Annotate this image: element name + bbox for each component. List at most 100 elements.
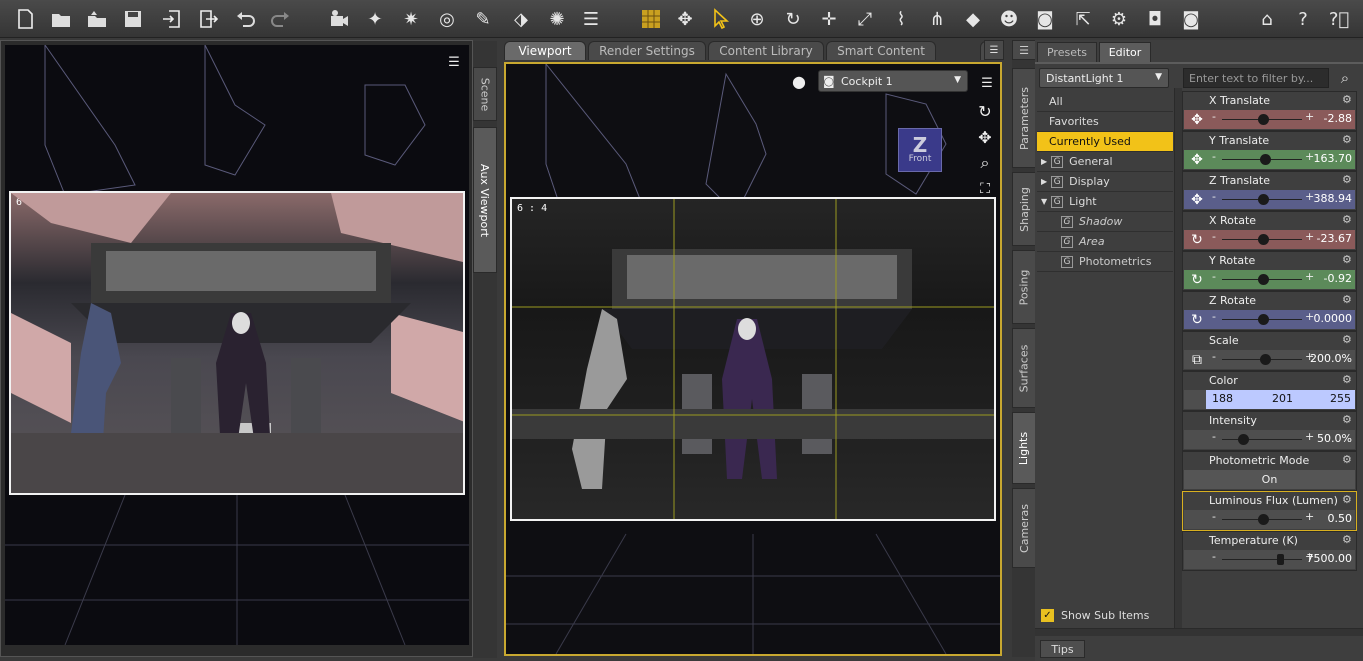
rotate-tool-icon[interactable]: ↻ (778, 4, 808, 34)
joint-editor-icon[interactable]: ⌇ (886, 4, 916, 34)
light-distant-icon[interactable]: ◎ (432, 4, 462, 34)
tree-item-display[interactable]: ▶ G Display (1037, 172, 1173, 192)
open-file-icon[interactable] (46, 4, 76, 34)
gear-icon[interactable]: ⚙ (1342, 454, 1354, 466)
search-icon[interactable]: ⌕ (1335, 68, 1355, 88)
undo-icon[interactable] (230, 4, 260, 34)
param-slider[interactable]: - + 7500.00 (1184, 550, 1355, 569)
import-icon[interactable] (157, 4, 187, 34)
param-value[interactable]: 163.70 (1314, 152, 1353, 165)
tree-item-shadow[interactable]: G Shadow (1037, 212, 1173, 232)
minus-icon[interactable]: - (1212, 350, 1216, 363)
save-icon[interactable] (118, 4, 148, 34)
gear-icon[interactable]: ⚙ (1342, 134, 1354, 146)
tab-parameters[interactable]: Parameters (1012, 68, 1036, 168)
slider-knob[interactable] (1260, 354, 1271, 365)
param-value[interactable]: 200.0% (1310, 352, 1352, 365)
tab-posing[interactable]: Posing (1012, 250, 1036, 324)
light-spot-icon[interactable]: ✦ (360, 4, 390, 34)
tab-presets[interactable]: Presets (1037, 42, 1097, 62)
plus-icon[interactable]: + (1305, 510, 1314, 523)
side-tab-menu-icon[interactable]: ☰ (1012, 40, 1036, 60)
home-icon[interactable]: ⌂ (1252, 4, 1282, 34)
slider-knob[interactable] (1258, 194, 1269, 205)
help-icon[interactable]: ?⃝ (1324, 4, 1354, 34)
gear-icon[interactable]: ⚙ (1342, 374, 1354, 386)
minus-icon[interactable]: - (1212, 430, 1216, 443)
viewport-menu-icon[interactable]: ☰ (976, 72, 998, 94)
zoom-icon[interactable]: ⌕ (974, 152, 996, 174)
minus-icon[interactable]: - (1212, 310, 1216, 323)
param-value[interactable]: -23.67 (1317, 232, 1352, 245)
filter-input[interactable]: Enter text to filter by... (1183, 68, 1329, 88)
render-quick-icon[interactable]: ◘ (1140, 4, 1170, 34)
render-settings-icon[interactable]: ⚙ (1104, 4, 1134, 34)
render-camera-icon[interactable]: ◙ (1030, 4, 1060, 34)
light-linear-icon[interactable]: ✎ (468, 4, 498, 34)
tree-item-all[interactable]: All (1037, 92, 1173, 112)
gear-icon[interactable]: ⚙ (1342, 334, 1354, 346)
light-sun-icon[interactable]: ✺ (542, 4, 572, 34)
slider-knob[interactable] (1277, 554, 1284, 565)
param-slider[interactable]: - + 50.0% (1184, 430, 1355, 449)
tab-content-library[interactable]: Content Library (708, 41, 824, 60)
param-slider[interactable]: ✥ - + 388.94 (1184, 190, 1355, 209)
tab-viewport[interactable]: Viewport (504, 41, 586, 60)
tab-smart-content[interactable]: Smart Content (826, 41, 936, 60)
scale-tool-icon[interactable]: ⤢ (850, 4, 880, 34)
tab-aux-viewport[interactable]: Aux Viewport (473, 127, 497, 273)
align-icon[interactable]: ☰ (576, 4, 606, 34)
slider-knob[interactable] (1258, 514, 1269, 525)
gear-icon[interactable]: ⚙ (1342, 414, 1354, 426)
minus-icon[interactable]: - (1212, 550, 1216, 563)
param-slider[interactable]: - + 0.50 (1184, 510, 1355, 529)
shading-sphere-icon[interactable]: ● (788, 70, 810, 92)
camera-add-icon[interactable] (324, 4, 354, 34)
aux-viewport-canvas[interactable]: ☰ 6 : 4 (5, 45, 469, 645)
view-cube[interactable]: Z Front (898, 128, 942, 172)
tree-item-area[interactable]: G Area (1037, 232, 1173, 252)
param-value[interactable]: 0.50 (1328, 512, 1353, 525)
param-value[interactable]: 50.0% (1317, 432, 1352, 445)
minus-icon[interactable]: - (1212, 110, 1216, 123)
minus-icon[interactable]: - (1212, 150, 1216, 163)
select-tool-icon[interactable]: ⊕ (742, 4, 772, 34)
param-value[interactable]: 0.0000 (1314, 312, 1353, 325)
grid-toggle-icon[interactable] (636, 4, 666, 34)
gear-icon[interactable]: ⚙ (1342, 174, 1354, 186)
aux-menu-icon[interactable]: ☰ (443, 51, 465, 73)
orbit-icon[interactable]: ↻ (974, 100, 996, 122)
main-viewport[interactable]: ● ◙ Cockpit 1 ▼ ☰ ↻ ✥ ⌕ ⛶ ⬆ Z Front 6 : … (504, 62, 1002, 656)
slider-knob[interactable] (1260, 154, 1271, 165)
light-uber-icon[interactable]: ⬗ (506, 4, 536, 34)
plus-icon[interactable]: + (1305, 110, 1314, 123)
viewport-pane-menu-icon[interactable]: ☰ (984, 40, 1004, 60)
slider-knob[interactable] (1258, 234, 1269, 245)
plus-icon[interactable]: + (1305, 270, 1314, 283)
param-slider[interactable]: ↻ - + -23.67 (1184, 230, 1355, 249)
gear-icon[interactable]: ⚙ (1342, 254, 1354, 266)
bend-tool-icon[interactable]: ⋔ (922, 4, 952, 34)
param-value[interactable]: -2.88 (1324, 112, 1352, 125)
tree-item-light[interactable]: ▼ G Light (1037, 192, 1173, 212)
plus-icon[interactable]: + (1305, 430, 1314, 443)
minus-icon[interactable]: - (1212, 230, 1216, 243)
gear-icon[interactable]: ⚙ (1342, 534, 1354, 546)
help-cursor-icon[interactable]: ? (1288, 4, 1318, 34)
pointer-tool-icon[interactable] (706, 4, 736, 34)
param-slider[interactable]: ↻ - + 0.0000 (1184, 310, 1355, 329)
render-window-icon[interactable]: ◙ (1176, 4, 1206, 34)
slider-knob[interactable] (1258, 314, 1269, 325)
param-value[interactable]: 388.94 (1314, 192, 1353, 205)
surface-tool-icon[interactable]: ◆ (958, 4, 988, 34)
tab-surfaces[interactable]: Surfaces (1012, 328, 1036, 408)
new-file-icon[interactable] (10, 4, 40, 34)
gear-icon[interactable]: ⚙ (1342, 214, 1354, 226)
render-pointer-icon[interactable]: ⇱ (1068, 4, 1098, 34)
figure-tool-icon[interactable]: ☻ (994, 4, 1024, 34)
slider-knob[interactable] (1238, 434, 1249, 445)
gear-icon[interactable]: ⚙ (1342, 94, 1354, 106)
show-sub-items-checkbox[interactable]: ✓ (1041, 609, 1054, 622)
param-slider[interactable]: ✥ - + 163.70 (1184, 150, 1355, 169)
tree-item-currently-used[interactable]: Currently Used (1037, 132, 1173, 152)
